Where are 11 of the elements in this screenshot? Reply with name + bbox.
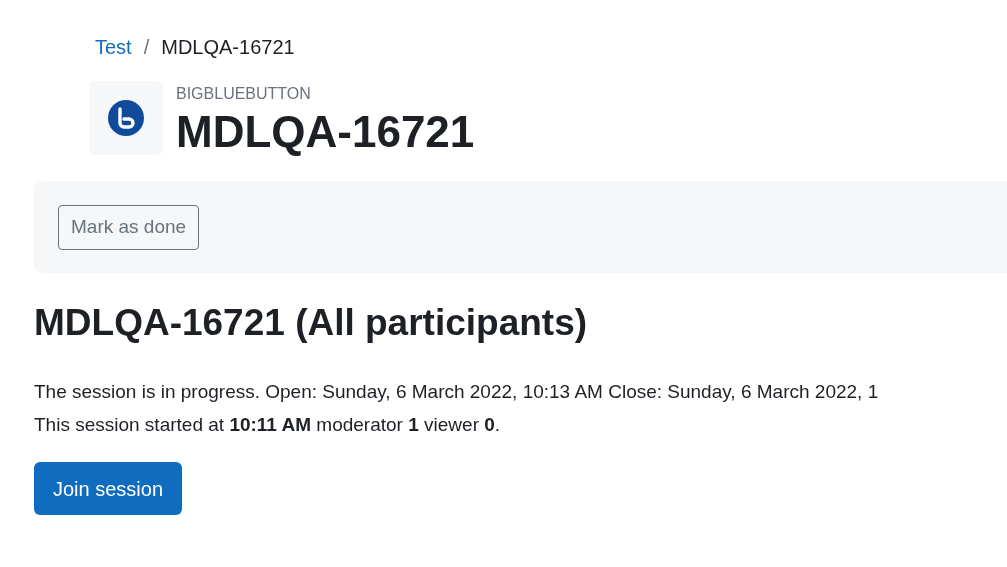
bigbluebutton-logo-icon bbox=[108, 100, 144, 136]
join-session-button[interactable]: Join session bbox=[34, 462, 183, 515]
session-status-text: The session is in progress. Open: Sunday, 6 March 2022, 10:13 AM Close: Sunday, 6 March 2022, 1 bbox=[34, 380, 879, 404]
page-title: MDLQA-16721 bbox=[176, 106, 475, 158]
breadcrumb-link[interactable]: Test bbox=[95, 32, 132, 62]
breadcrumb-separator: / bbox=[143, 35, 150, 60]
mark-as-done-button[interactable]: Mark as done bbox=[58, 204, 200, 250]
breadcrumb-current: MDLQA-16721 bbox=[161, 35, 295, 60]
module-type-label: BIGBLUEBUTTON bbox=[176, 84, 312, 104]
session-status-text: This session started at 10:11 AM moderator 1 viewer 0. bbox=[34, 413, 501, 437]
session-heading: MDLQA-16721 (All participants) bbox=[34, 301, 589, 345]
